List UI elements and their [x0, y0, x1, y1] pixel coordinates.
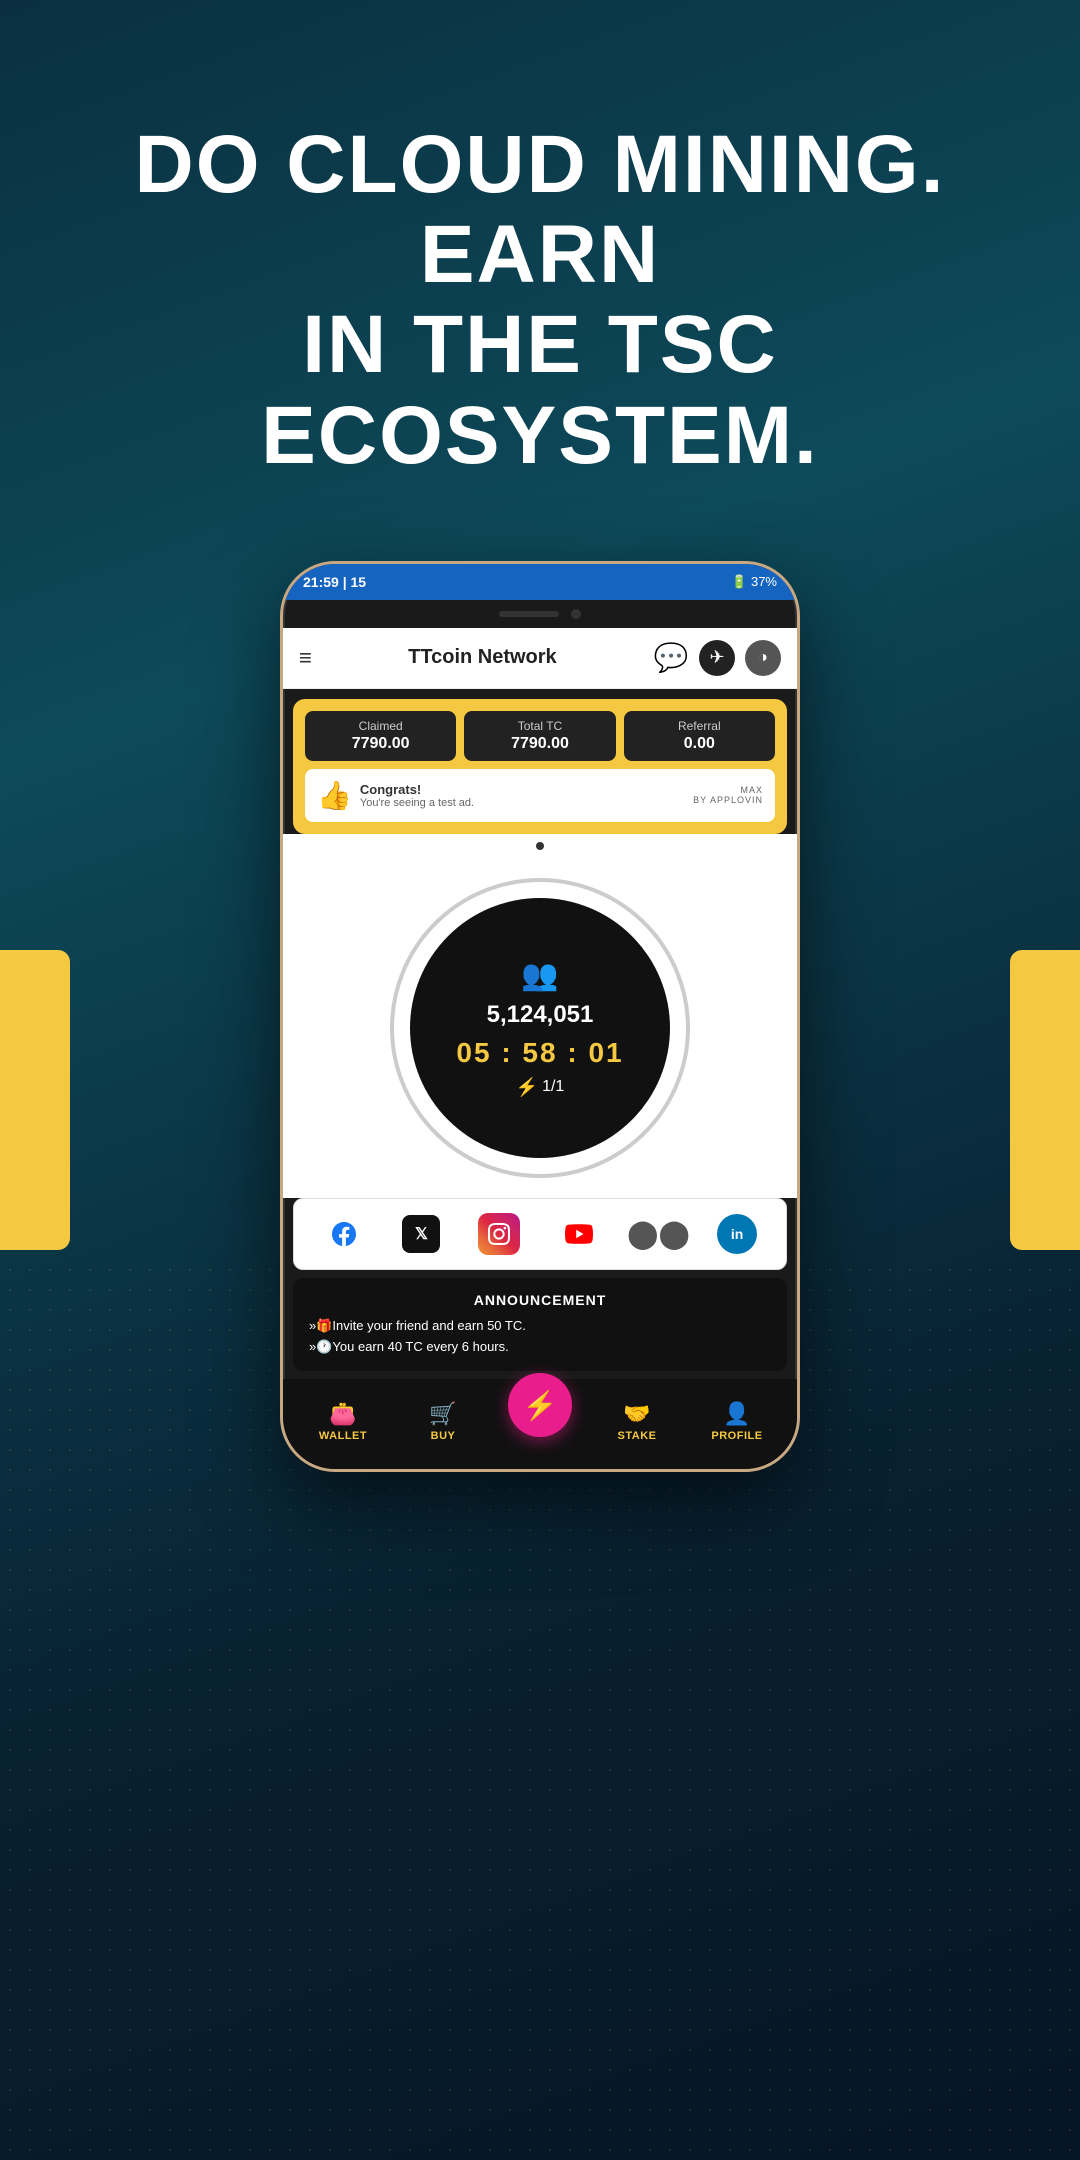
announcement-item-1: »🎁Invite your friend and earn 50 TC. [309, 1316, 771, 1337]
header-icons: 💬 ✈ ◑ [653, 640, 781, 676]
announcement-title: ANNOUNCEMENT [309, 1292, 771, 1308]
ad-text-block: Congrats! You're seeing a test ad. [360, 782, 474, 809]
announcement: ANNOUNCEMENT »🎁Invite your friend and ea… [293, 1278, 787, 1372]
referral-value: 0.00 [634, 735, 765, 753]
headline: DO CLOUD MINING. EARN IN THE TSC ECOSYST… [0, 120, 1080, 481]
phone: 21:59 | 15 🔋 37% ≡ TTcoin Network 💬 ✈ ◑ [280, 561, 800, 1473]
wallet-icon: 👛 [329, 1401, 356, 1427]
ad-banner[interactable]: 👍 Congrats! You're seeing a test ad. MAX… [305, 769, 775, 822]
mining-boost: ⚡ 1/1 [516, 1077, 565, 1098]
menu-icon[interactable]: ≡ [299, 645, 312, 671]
referral-label: Referral [634, 719, 765, 733]
notch-camera [571, 609, 581, 619]
phone-wrapper: 21:59 | 15 🔋 37% ≡ TTcoin Network 💬 ✈ ◑ [280, 561, 800, 1473]
side-bar-left [0, 950, 70, 1250]
headline-text: DO CLOUD MINING. EARN IN THE TSC ECOSYST… [60, 120, 1020, 481]
medium-icon[interactable]: ⬤⬤ [637, 1213, 679, 1255]
ad-subtitle: You're seeing a test ad. [360, 797, 474, 809]
nav-center-button[interactable]: ⚡ [508, 1373, 572, 1437]
status-right: 🔋 37% [731, 574, 777, 590]
dot-indicator [283, 834, 797, 858]
nav-wallet[interactable]: 👛 WALLET [308, 1401, 378, 1442]
profile-label: PROFILE [711, 1430, 762, 1442]
nav-buy[interactable]: 🛒 BUY [408, 1401, 478, 1442]
ad-thumb-icon: 👍 [317, 779, 352, 812]
boost-bolt-icon: ⚡ [516, 1077, 538, 1098]
carousel-dot [536, 842, 544, 850]
claimed-value: 7790.00 [315, 735, 446, 753]
whatsapp-icon[interactable]: 💬 [653, 640, 689, 676]
ad-left: 👍 Congrats! You're seeing a test ad. [317, 779, 474, 812]
social-row: 𝕏 ⬤⬤ in [293, 1198, 787, 1270]
mining-count: 5,124,051 [487, 1001, 594, 1029]
total-tc-value: 7790.00 [474, 735, 605, 753]
side-bar-right [1010, 950, 1080, 1250]
logo-icon[interactable]: ◑ [745, 640, 781, 676]
mining-circle: 👥 5,124,051 05 : 58 : 01 ⚡ 1/1 [410, 898, 670, 1158]
total-tc-stat: Total TC 7790.00 [464, 711, 615, 761]
wallet-label: WALLET [319, 1430, 367, 1442]
youtube-icon[interactable] [558, 1213, 600, 1255]
profile-icon: 👤 [723, 1401, 750, 1427]
stats-card: Claimed 7790.00 Total TC 7790.00 Referra… [293, 699, 787, 834]
status-time: 21:59 | 15 [303, 574, 366, 590]
buy-label: BUY [431, 1430, 456, 1442]
stake-label: STAKE [618, 1430, 657, 1442]
status-bar: 21:59 | 15 🔋 37% [283, 564, 797, 600]
notch-speaker [499, 611, 559, 617]
facebook-icon[interactable] [323, 1213, 365, 1255]
mining-ring[interactable]: 👥 5,124,051 05 : 58 : 01 ⚡ 1/1 [390, 878, 690, 1178]
twitter-x-icon[interactable]: 𝕏 [402, 1215, 440, 1253]
bottom-nav: 👛 WALLET 🛒 BUY ⚡ 🤝 STAKE 👤 PROFILE [283, 1379, 797, 1469]
ad-max-logo: MAX BY APPLOVIN [693, 785, 763, 805]
linkedin-icon[interactable]: in [717, 1214, 757, 1254]
nav-stake[interactable]: 🤝 STAKE [602, 1401, 672, 1442]
ad-congrats: Congrats! [360, 782, 474, 797]
stake-icon: 🤝 [623, 1401, 650, 1427]
announcement-item-2: »🕐You earn 40 TC every 6 hours. [309, 1337, 771, 1358]
instagram-icon[interactable] [478, 1213, 520, 1255]
claimed-stat: Claimed 7790.00 [305, 711, 456, 761]
mining-timer: 05 : 58 : 01 [456, 1037, 623, 1069]
total-tc-label: Total TC [474, 719, 605, 733]
mining-section: 👥 5,124,051 05 : 58 : 01 ⚡ 1/1 [283, 858, 797, 1198]
buy-icon: 🛒 [429, 1401, 456, 1427]
stats-row: Claimed 7790.00 Total TC 7790.00 Referra… [305, 711, 775, 761]
app-title: TTcoin Network [324, 646, 641, 669]
referral-stat: Referral 0.00 [624, 711, 775, 761]
claimed-label: Claimed [315, 719, 446, 733]
app-header: ≡ TTcoin Network 💬 ✈ ◑ [283, 628, 797, 689]
nav-profile[interactable]: 👤 PROFILE [702, 1401, 772, 1442]
notch [470, 600, 610, 628]
users-icon: 👥 [521, 958, 558, 993]
center-bolt-icon: ⚡ [523, 1389, 558, 1422]
telegram-icon[interactable]: ✈ [699, 640, 735, 676]
battery-indicator: 🔋 37% [731, 574, 777, 590]
